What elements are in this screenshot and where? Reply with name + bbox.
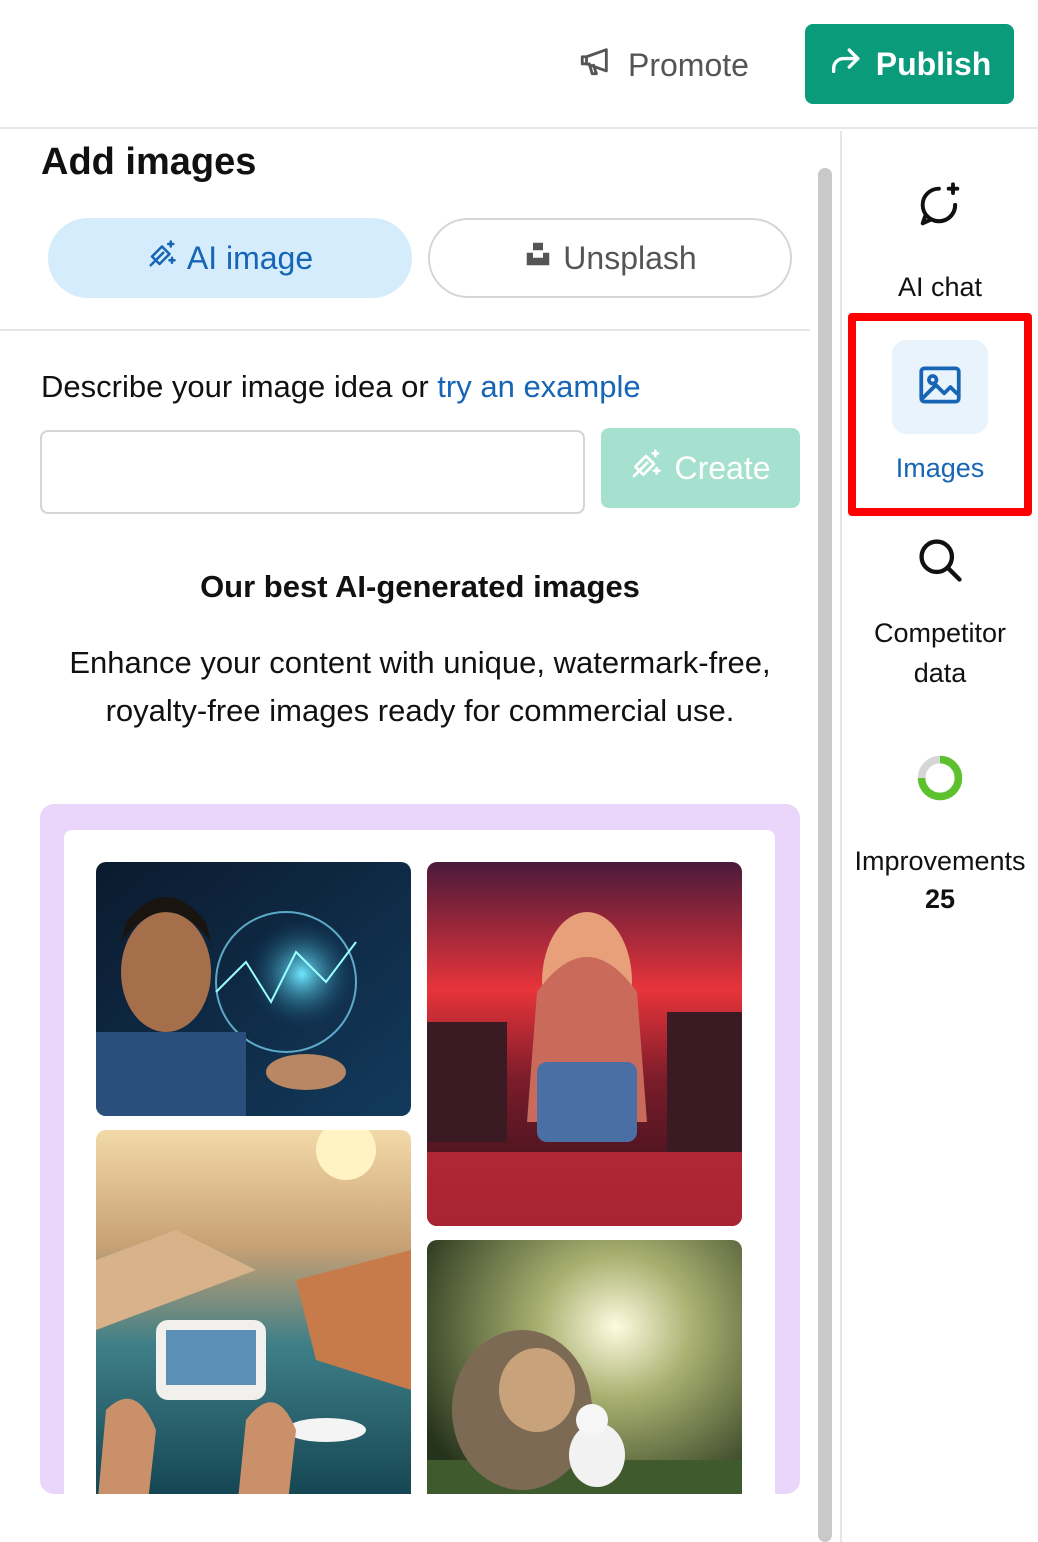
sidebar-label-images: Images <box>895 453 985 483</box>
example-image-rooftop-sunset <box>427 862 742 1226</box>
gallery-card <box>64 830 775 1494</box>
prompt-label: Describe your image idea or try an examp… <box>41 369 641 405</box>
megaphone-icon <box>578 44 612 86</box>
section-divider <box>0 329 810 331</box>
magic-wand-icon <box>147 239 177 277</box>
best-images-title: Our best AI-generated images <box>200 569 640 604</box>
panel-title: Add images <box>41 141 257 183</box>
sidebar-label-improvements: Improvements <box>854 846 1026 876</box>
tab-ai-image-label: AI image <box>186 239 314 276</box>
sidebar-item-competitor-data[interactable]: Competitor data <box>842 534 1038 693</box>
sidebar-label-ai-chat: AI chat <box>897 272 983 302</box>
chat-sparkle-icon <box>914 180 966 267</box>
promote-button[interactable]: Promote <box>578 38 749 92</box>
images-icon-box <box>892 340 988 434</box>
tab-unsplash-label: Unsplash <box>563 239 697 276</box>
sidebar-item-ai-chat[interactable]: AI chat <box>842 180 1038 307</box>
promote-label: Promote <box>628 46 749 83</box>
prompt-label-text: Describe your image idea or <box>41 369 438 404</box>
panel-scrollbar[interactable] <box>818 168 832 1542</box>
magic-wand-icon <box>630 448 662 488</box>
create-label: Create <box>674 449 771 486</box>
unsplash-icon <box>523 239 553 277</box>
image-prompt-input[interactable] <box>40 430 585 514</box>
publish-button[interactable]: Publish <box>805 24 1014 104</box>
example-image-drone-coast <box>96 1130 411 1494</box>
best-images-description: Enhance your content with unique, waterm… <box>69 645 771 728</box>
top-bar: Promote Publish <box>0 0 1038 129</box>
tab-unsplash[interactable]: Unsplash <box>428 218 792 298</box>
improvements-count: 25 <box>924 884 956 914</box>
image-icon <box>915 360 965 415</box>
example-gallery <box>40 804 800 1494</box>
publish-label: Publish <box>875 45 992 82</box>
progress-ring-icon <box>914 752 966 841</box>
create-button[interactable]: Create <box>601 428 800 508</box>
example-image-man-hologram <box>96 862 411 1116</box>
sidebar-item-improvements[interactable]: Improvements 25 <box>842 752 1038 917</box>
try-example-link[interactable]: try an example <box>437 369 640 404</box>
sidebar-label-competitor-data: Competitor data <box>873 618 1007 688</box>
example-image-lion-mouse <box>427 1240 742 1494</box>
tab-ai-image[interactable]: AI image <box>48 218 412 298</box>
sidebar-item-images[interactable]: Images <box>842 340 1038 488</box>
search-icon <box>914 534 966 613</box>
share-arrow-icon <box>828 43 862 85</box>
add-images-panel: Add images AI image Unsplash Describe yo… <box>0 131 810 1542</box>
